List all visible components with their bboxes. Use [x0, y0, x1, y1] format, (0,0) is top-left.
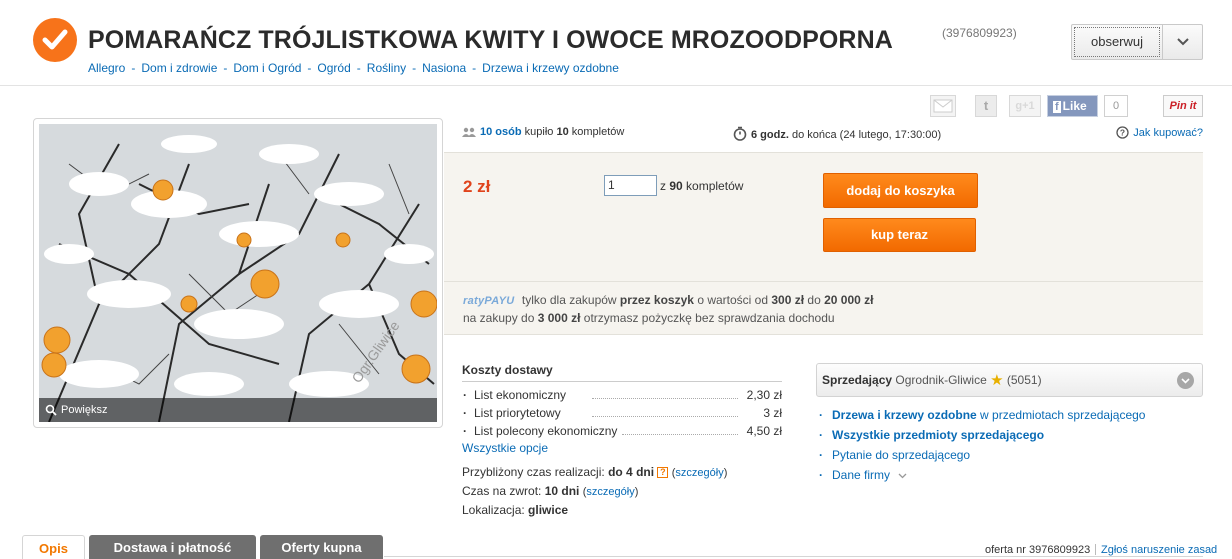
seller-rating: (5051)	[1006, 373, 1042, 387]
seller-name: Ogrodnik-Gliwice	[895, 373, 987, 387]
breadcrumb-item[interactable]: Dom i zdrowie	[141, 61, 217, 75]
offer-number: oferta nr 3976809923	[985, 544, 1091, 556]
shipping-option: List polecony ekonomiczny4,50 zł	[462, 422, 782, 440]
product-image[interactable]: Ogr.Gliwice Powiększ	[39, 124, 437, 422]
breadcrumb: Allegro - Dom i zdrowie - Dom i Ogród - Ogród -…	[88, 61, 619, 75]
watch-dropdown-button[interactable]	[1162, 24, 1203, 60]
facebook-icon: f	[1053, 101, 1061, 113]
buyers-count-link[interactable]: 10 osób	[480, 126, 522, 138]
realization-time: Przybliżony czas realizacji: do 4 dni ? …	[462, 465, 728, 479]
add-to-cart-button[interactable]: dodaj do koszyka	[823, 173, 978, 208]
offer-id: (3976809923)	[942, 26, 1017, 40]
installments-info: ratyPAYU tylko dla zakupów przez koszyk …	[444, 281, 1203, 336]
offer-stats: 10 osób kupiło 10 kompletów 6 godz. do k…	[462, 126, 1203, 142]
zoom-button[interactable]: Powiększ	[39, 398, 437, 422]
quantity-input[interactable]: 1	[604, 175, 657, 196]
breadcrumb-item[interactable]: Dom i Ogród	[233, 61, 301, 75]
envelope-icon	[933, 99, 953, 113]
realization-help-icon[interactable]: ?	[657, 467, 669, 478]
checkmark-icon	[42, 29, 68, 50]
seller-link-company-data[interactable]: · Dane firmy	[819, 465, 1145, 485]
buy-panel: 2 zł 1 z 90 kompletów dodaj do koszyka k…	[444, 152, 1203, 335]
seller-link-all-items[interactable]: · Wszystkie przedmioty sprzedającego	[819, 425, 1145, 445]
tab-purchase-offers[interactable]: Oferty kupna	[260, 535, 383, 559]
all-shipping-options-link[interactable]: Wszystkie opcje	[462, 441, 548, 455]
zoom-label: Powiększ	[61, 404, 108, 416]
divider	[1095, 544, 1096, 555]
breadcrumb-item[interactable]: Allegro	[88, 61, 125, 75]
allegro-logo[interactable]	[33, 18, 77, 62]
breadcrumb-item[interactable]: Rośliny	[367, 61, 406, 75]
ratypayu-logo[interactable]: ratyPAYU	[463, 295, 515, 307]
pinterest-button[interactable]: Pin it	[1163, 95, 1203, 117]
people-icon	[462, 127, 476, 137]
divider	[384, 556, 1203, 557]
seller-expand-toggle[interactable]	[1177, 372, 1194, 389]
product-image-box[interactable]: Ogr.Gliwice Powiększ	[33, 118, 443, 428]
time-left: 6 godz. do końca (24 lutego, 17:30:00)	[733, 126, 941, 141]
share-gplus-button[interactable]: g+1	[1009, 95, 1041, 117]
magnifier-icon	[45, 404, 57, 416]
shipping-title: Koszty dostawy	[462, 363, 782, 382]
tab-delivery-payment[interactable]: Dostawa i płatność	[89, 535, 256, 559]
chevron-down-icon	[1177, 38, 1189, 46]
return-details-link[interactable]: szczegóły	[586, 486, 634, 498]
return-time: Czas na zwrot: 10 dni (szczegóły)	[462, 484, 639, 498]
help-icon: ?	[1116, 126, 1129, 139]
breadcrumb-item[interactable]: Ogród	[317, 61, 350, 75]
tab-description[interactable]: Opis	[22, 535, 85, 559]
how-to-buy-link[interactable]: ? Jak kupować?	[1116, 126, 1203, 139]
chevron-down-icon	[898, 473, 907, 479]
page-title: POMARAŃCZ TRÓJLISTKOWA KWITY I OWOCE MRO…	[88, 26, 893, 54]
share-twitter-button[interactable]: t	[975, 95, 997, 117]
svg-text:?: ?	[1120, 128, 1125, 138]
report-violation-link[interactable]: Zgłoś naruszenie zasad	[1101, 544, 1217, 556]
buy-now-button[interactable]: kup teraz	[823, 218, 976, 252]
share-email-button[interactable]	[930, 95, 956, 117]
facebook-like-button[interactable]: f Like	[1047, 95, 1098, 117]
breadcrumb-item[interactable]: Nasiona	[422, 61, 466, 75]
seller-link-question[interactable]: · Pytanie do sprzedającego	[819, 445, 1145, 465]
page-header: POMARAŃCZ TRÓJLISTKOWA KWITY I OWOCE MRO…	[0, 0, 1232, 86]
shipping-option: List ekonomiczny2,30 zł	[462, 386, 782, 404]
product-photo: Ogr.Gliwice	[39, 124, 437, 422]
breadcrumb-item[interactable]: Drzewa i krzewy ozdobne	[482, 61, 619, 75]
facebook-like-count: 0	[1104, 95, 1128, 117]
buyers-info: 10 osób kupiło 10 kompletów	[462, 126, 624, 138]
shipping-section: Koszty dostawy List ekonomiczny2,30 zł L…	[462, 363, 782, 519]
star-icon: ★	[990, 372, 1004, 389]
seller-link-category[interactable]: · Drzewa i krzewy ozdobne w przedmiotach …	[819, 405, 1145, 425]
watch-button[interactable]: obserwuj	[1071, 24, 1163, 60]
seller-links: · Drzewa i krzewy ozdobne w przedmiotach …	[819, 405, 1145, 485]
available-quantity: z 90 kompletów	[660, 179, 744, 193]
shipping-option: List priorytetowy3 zł	[462, 404, 782, 422]
seller-box[interactable]: Sprzedający Ogrodnik-Gliwice ★ (5051)	[816, 363, 1203, 397]
price: 2 zł	[463, 177, 491, 196]
chevron-down-icon	[1181, 378, 1190, 384]
realization-details-link[interactable]: szczegóły	[675, 467, 723, 479]
stopwatch-icon	[733, 126, 747, 141]
location: Lokalizacja: gliwice	[462, 503, 569, 517]
